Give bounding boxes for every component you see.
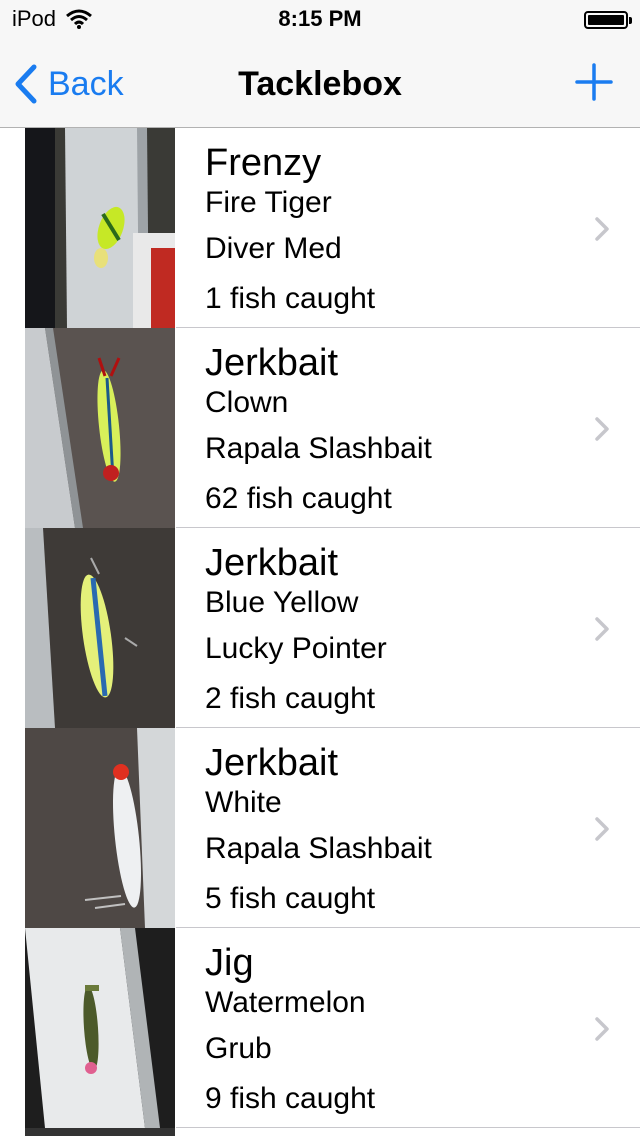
lure-type: Frenzy: [205, 142, 322, 184]
list-item[interactable]: Jerkbait Clown Rapala Slashbait 62 fish …: [0, 328, 640, 528]
list-item[interactable]: Jig Watermelon Grub 9 fish caught: [0, 928, 640, 1128]
lure-color: Fire Tiger: [205, 186, 332, 219]
tackle-list: Frenzy Fire Tiger Diver Med 1 fish caugh…: [0, 128, 640, 1128]
lure-color: Blue Yellow: [205, 586, 359, 619]
lure-model: Rapala Slashbait: [205, 832, 432, 865]
lure-model: Diver Med: [205, 232, 342, 265]
lure-photo: [25, 928, 175, 1128]
status-bar: iPod 8:15 PM: [0, 0, 640, 40]
lure-color: White: [205, 786, 282, 819]
chevron-right-icon: [595, 417, 609, 441]
status-time: 8:15 PM: [278, 6, 362, 31]
next-row-thumbnail-edge: [25, 1128, 175, 1136]
lure-photo: [25, 128, 175, 328]
lure-model: Rapala Slashbait: [205, 432, 432, 465]
lure-type: Jerkbait: [205, 542, 339, 584]
lure-type: Jerkbait: [205, 342, 339, 384]
page-title: Tacklebox: [238, 65, 402, 103]
lure-photo: [25, 528, 175, 728]
lure-color: Clown: [205, 386, 289, 419]
chevron-right-icon: [595, 817, 609, 841]
chevron-right-icon: [595, 1017, 609, 1041]
lure-photo: [25, 728, 175, 928]
fish-caught-count: 9 fish caught: [205, 1082, 376, 1115]
lure-model: Grub: [205, 1032, 272, 1065]
lure-type: Jig: [205, 942, 254, 984]
fish-caught-count: 1 fish caught: [205, 282, 376, 315]
lure-type: Jerkbait: [205, 742, 339, 784]
battery-icon: [584, 11, 632, 29]
chevron-right-icon: [595, 617, 609, 641]
lure-photo: [25, 328, 175, 528]
list-item[interactable]: Frenzy Fire Tiger Diver Med 1 fish caugh…: [0, 128, 640, 328]
add-icon[interactable]: [574, 62, 614, 102]
lure-color: Watermelon: [205, 986, 366, 1019]
list-item[interactable]: Jerkbait White Rapala Slashbait 5 fish c…: [0, 728, 640, 928]
chevron-right-icon: [595, 217, 609, 241]
fish-caught-count: 2 fish caught: [205, 682, 376, 715]
navigation-bar: Back Tacklebox: [0, 40, 640, 128]
lure-model: Lucky Pointer: [205, 632, 387, 665]
list-item[interactable]: Jerkbait Blue Yellow Lucky Pointer 2 fis…: [0, 528, 640, 728]
fish-caught-count: 5 fish caught: [205, 882, 376, 915]
fish-caught-count: 62 fish caught: [205, 482, 392, 515]
